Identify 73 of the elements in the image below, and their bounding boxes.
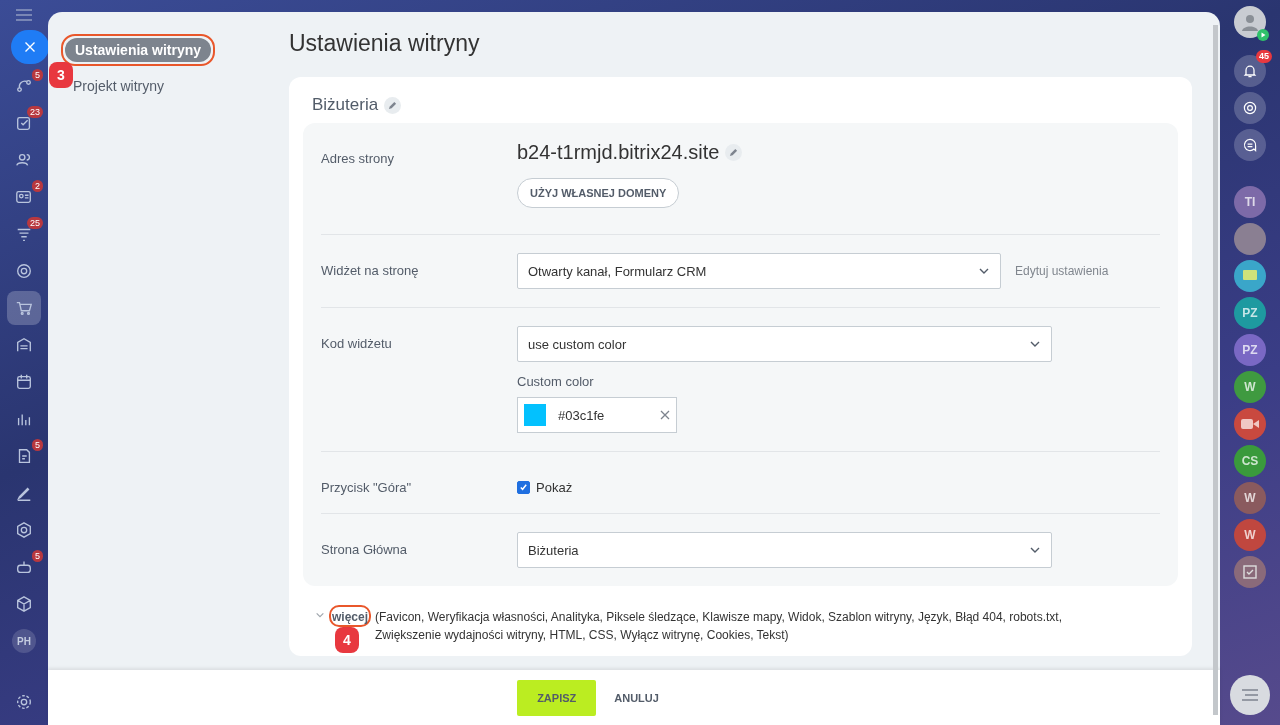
task-check-icon — [15, 114, 33, 132]
counter-badge: 5 — [32, 550, 43, 562]
contact-card-icon — [15, 188, 33, 206]
more-settings-list: (Favicon, Weryfikacja własności, Analityka, Piksele śledzące, Klawisze mapy, Widok, Szablon witryny, Język, Błąd 404, robots.txt, Zwiększenie wydajności witryny, HTML, CSS, Wyłącz witrynę, Cookies, Tekst) — [375, 608, 1106, 644]
play-icon — [1257, 29, 1269, 41]
custom-domain-button[interactable]: UŻYJ WŁASNEJ DOMENY — [517, 178, 680, 208]
counter-badge: 5 — [32, 69, 43, 81]
nav-item[interactable]: 5 — [7, 550, 41, 584]
store-icon — [15, 336, 33, 354]
calendar-icon — [15, 373, 33, 391]
nav-item[interactable]: 23 — [7, 106, 41, 140]
site-name: Biżuteria — [312, 95, 379, 115]
close-button[interactable] — [11, 30, 49, 64]
chat-avatar[interactable]: W — [1234, 519, 1266, 551]
select-field[interactable]: Otwarty kanał, Formularz CRM — [517, 253, 1001, 289]
edit-icon[interactable] — [725, 144, 743, 161]
more-link[interactable]: więcej — [332, 610, 369, 624]
video-call-avatar[interactable] — [1234, 408, 1266, 440]
checkbox-label: Pokaż — [536, 479, 573, 495]
flow-icon — [15, 77, 33, 95]
circles-icon — [1242, 100, 1258, 116]
nav-item[interactable]: 25 — [7, 217, 41, 251]
select-field[interactable]: Biżuteria — [517, 532, 1052, 568]
scrollbar[interactable] — [1213, 25, 1218, 715]
field-label: Strona Główna — [321, 541, 408, 559]
user-avatar[interactable] — [1234, 6, 1266, 38]
page-title: Ustawienia witryny — [289, 30, 481, 57]
nav-item[interactable]: 5 — [7, 69, 41, 103]
save-button[interactable]: ZAPISZ — [517, 679, 597, 716]
chat-avatar[interactable]: W — [1234, 482, 1266, 514]
chat-avatar[interactable]: TI — [1234, 186, 1266, 218]
cancel-button[interactable]: ANULUJ — [602, 691, 671, 704]
menu-button[interactable] — [1230, 675, 1270, 715]
nav-item[interactable]: 5 — [7, 439, 41, 473]
box-icon — [15, 595, 33, 613]
site-address: b24-t1rmjd.bitrix24.site — [517, 141, 720, 164]
hexagon-icon — [15, 521, 33, 539]
cart-icon — [15, 299, 33, 317]
field-label: Custom color — [517, 374, 595, 389]
counter-badge: 45 — [1256, 50, 1272, 63]
field-label: Kod widżetu — [321, 335, 393, 353]
nav-item[interactable] — [7, 291, 41, 325]
person-silhouette-icon — [1240, 12, 1260, 32]
select-field[interactable]: use custom color — [517, 326, 1052, 362]
nav-item[interactable]: 2 — [7, 180, 41, 214]
step-number: 3 — [49, 62, 73, 88]
chat-avatar[interactable] — [1234, 260, 1266, 292]
step-number: 4 — [335, 627, 359, 653]
edit-icon[interactable] — [384, 96, 402, 114]
field-label: Adres strony — [321, 150, 395, 168]
task-avatar[interactable] — [1234, 556, 1266, 588]
counter-badge: 25 — [27, 217, 43, 229]
menu-item[interactable]: Projekt witryny — [73, 74, 165, 98]
field-label: Widżet na stronę — [321, 262, 420, 280]
counter-badge: 2 — [32, 180, 43, 192]
spiral-button[interactable] — [1234, 92, 1266, 124]
checkbox[interactable] — [517, 480, 530, 494]
counter-badge: 23 — [27, 106, 43, 118]
edit-settings-link[interactable]: Edytuj ustawienia — [1015, 264, 1109, 278]
chat-button[interactable] — [1234, 129, 1266, 161]
photo-placeholder[interactable] — [1234, 223, 1266, 255]
bell-icon — [1242, 63, 1258, 79]
clear-icon[interactable] — [660, 410, 670, 420]
field-label: Przycisk "Góra" — [321, 479, 413, 495]
settings-icon[interactable] — [15, 693, 33, 711]
target-icon — [15, 262, 33, 280]
speech-bubble-icon — [1242, 137, 1258, 153]
menu-icon — [1241, 688, 1259, 702]
counter-badge: 5 — [32, 439, 43, 451]
chat-avatar[interactable]: PZ — [1234, 334, 1266, 366]
check-icon — [519, 482, 528, 492]
color-input[interactable]: #03c1fe — [517, 397, 677, 433]
menu-item[interactable]: Ustawienia witryny — [65, 38, 212, 62]
